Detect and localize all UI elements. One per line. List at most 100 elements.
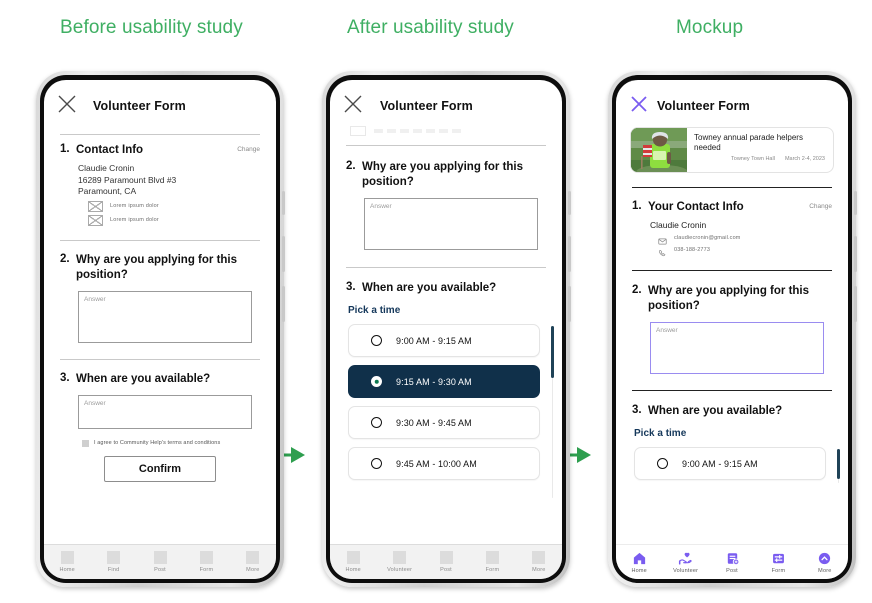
answer-placeholder: Answer [84, 399, 106, 407]
terms-checkbox[interactable] [82, 439, 89, 447]
post-placeholder-icon [153, 551, 167, 564]
answer-textarea[interactable]: Answer [650, 322, 824, 374]
tab-find[interactable]: Find [90, 551, 136, 573]
time-slot-option-selected[interactable]: 9:15 AM - 9:30 AM [348, 365, 540, 398]
contact-name: Claudie Cronin [78, 163, 135, 173]
phone-side-button [568, 236, 571, 272]
phone-after-usability-study: Volunteer Form 2. Why are you applying f… [322, 71, 571, 587]
question-number: 2. [346, 160, 356, 172]
radio-icon[interactable] [657, 458, 668, 469]
question-1-block: 1. Contact Info Change Claudie Cronin 16… [44, 143, 276, 226]
comparison-board: Before usability study After usability s… [0, 0, 872, 603]
home-placeholder-icon [346, 551, 360, 564]
tab-home[interactable]: Home [330, 551, 376, 573]
time-slot-label: 9:00 AM - 9:15 AM [682, 458, 758, 469]
question-title: Contact Info [76, 144, 144, 156]
tab-post[interactable]: Post [137, 551, 183, 573]
close-x-icon[interactable] [56, 93, 78, 120]
scrollbar-thumb[interactable] [837, 449, 840, 479]
tab-post[interactable]: Post [423, 551, 469, 573]
question-3-heading: 3. When are you available? [632, 404, 832, 419]
phone-side-button [854, 236, 857, 272]
radio-icon[interactable] [371, 417, 382, 428]
close-x-icon[interactable] [628, 93, 650, 120]
time-slot-option[interactable]: 9:00 AM - 9:15 AM [348, 324, 540, 357]
image-placeholder-icon [88, 214, 103, 226]
tab-home[interactable]: Home [44, 551, 90, 573]
scrollbar-thumb[interactable] [551, 326, 554, 378]
close-x-icon[interactable] [342, 93, 364, 120]
post-add-icon [725, 551, 740, 566]
placeholder-text-lines [374, 129, 462, 133]
phone-mockup: Volunteer Form Towney annual parade help… [608, 71, 857, 587]
question-3-heading: 3. When are you available? [346, 281, 546, 296]
bottom-tab-bar: Home Volunteer Post Form More [616, 544, 848, 579]
divider [632, 270, 832, 271]
radio-icon[interactable] [371, 458, 382, 469]
form-icon [771, 551, 786, 566]
tab-label: Home [631, 567, 647, 574]
tab-more[interactable]: More [230, 551, 276, 573]
question-title: When are you available? [362, 282, 497, 294]
question-number: 1. [632, 200, 642, 212]
tab-volunteer[interactable]: Volunteer [376, 551, 422, 573]
question-3-heading: 3. When are you available? [60, 372, 260, 387]
tab-form[interactable]: Form [755, 551, 801, 574]
tab-home[interactable]: Home [616, 551, 662, 574]
form-content: Towney annual parade helpers needed Town… [616, 120, 848, 545]
contact-phone-row: 038-188-2773 [658, 245, 832, 257]
answer-placeholder: Answer [370, 203, 392, 210]
answer-placeholder: Answer [656, 327, 678, 334]
scrolled-partial-row [350, 126, 562, 136]
tab-label: Home [59, 567, 75, 573]
column-title-after: After usability study [347, 17, 514, 38]
question-2-block: 2. Why are you applying for this positio… [616, 284, 848, 374]
question-2-heading: 2. Why are you applying for this positio… [632, 284, 832, 314]
tab-label: More [532, 567, 546, 573]
time-slot-list: 9:00 AM - 9:15 AM 9:15 AM - 9:30 AM 9:30… [330, 324, 562, 498]
tab-label: Volunteer [387, 567, 413, 573]
tab-post[interactable]: Post [709, 551, 755, 574]
phone-screen-mockup: Volunteer Form Towney annual parade help… [616, 80, 848, 579]
availability-textarea[interactable]: Answer [78, 394, 252, 429]
confirm-button[interactable]: Confirm [104, 455, 216, 482]
form-placeholder-icon [199, 551, 213, 564]
volunteer-placeholder-icon [393, 551, 407, 564]
terms-row[interactable]: I agree to Community Help's terms and co… [82, 439, 260, 447]
question-title: When are you available? [76, 372, 211, 385]
question-title: Why are you applying for this position? [362, 161, 524, 188]
envelope-icon [658, 233, 667, 245]
radio-icon[interactable] [371, 335, 382, 346]
answer-textarea[interactable]: Answer [364, 198, 538, 250]
image-placeholder-icon [350, 126, 366, 136]
tab-label: Post [440, 567, 452, 573]
contact-email-row: claudiecronin@gmail.com [658, 233, 832, 245]
pick-a-time-label: Pick a time [634, 428, 687, 439]
phone-bezel: Volunteer Form Towney annual parade help… [612, 75, 852, 583]
change-link[interactable]: Change [809, 200, 832, 210]
placeholder-label: Lorem ipsum dolor [110, 203, 159, 209]
tab-volunteer[interactable]: Volunteer [662, 551, 708, 574]
tab-label: Post [726, 567, 738, 574]
question-title: Why are you applying for this position? [648, 285, 810, 312]
question-2-block: 2. Why are you applying for this positio… [330, 160, 562, 250]
tab-more[interactable]: More [802, 551, 848, 574]
tab-form[interactable]: Form [469, 551, 515, 573]
tab-label: More [818, 567, 832, 574]
tab-label: Post [154, 567, 166, 573]
tab-form[interactable]: Form [183, 551, 229, 573]
phone-screen-before: Volunteer Form 1. Contact Info Change Cl… [44, 80, 276, 579]
time-slot-option[interactable]: 9:30 AM - 9:45 AM [348, 406, 540, 439]
tab-more[interactable]: More [516, 551, 562, 573]
divider [632, 187, 832, 188]
time-slot-option[interactable]: 9:00 AM - 9:15 AM [634, 447, 826, 480]
radio-selected-icon[interactable] [371, 376, 382, 387]
event-card-body: Towney annual parade helpers needed Town… [687, 128, 833, 172]
change-link[interactable]: Change [237, 143, 260, 153]
question-number: 1. [60, 143, 70, 155]
time-slot-option[interactable]: 9:45 AM - 10:00 AM [348, 447, 540, 480]
home-icon [632, 551, 647, 566]
event-card[interactable]: Towney annual parade helpers needed Town… [630, 127, 834, 173]
answer-textarea[interactable]: Answer [78, 290, 252, 343]
phone-side-button [568, 286, 571, 322]
